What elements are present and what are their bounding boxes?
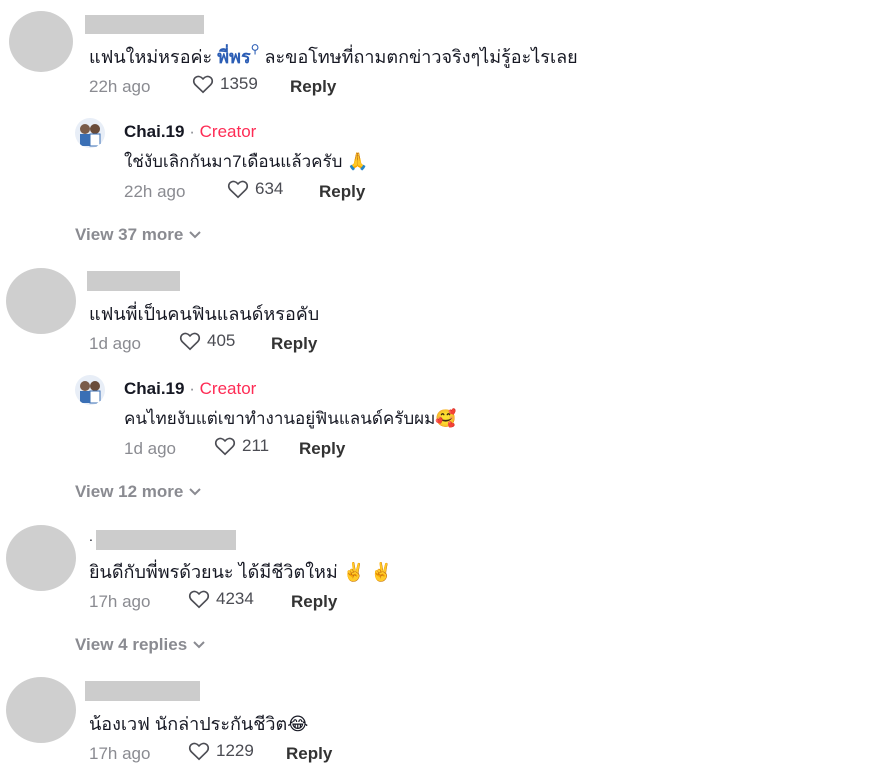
emoji: ✌️ ✌️ xyxy=(342,562,393,582)
view-more-replies[interactable]: View 4 replies xyxy=(75,635,205,655)
comment-time: 1d ago xyxy=(89,334,141,353)
avatar[interactable] xyxy=(9,11,73,72)
emoji: 🥰 xyxy=(435,409,457,428)
reply-time: 1d ago xyxy=(124,439,176,458)
chevron-down-icon xyxy=(189,231,202,239)
view-more-replies[interactable]: View 37 more xyxy=(75,225,202,245)
comment-text: แฟนใหม่หรอค่ะ พี่พร⚲ ละขอโทษที่ถามตกข่าว… xyxy=(89,42,578,67)
comment-time: 22h ago xyxy=(89,77,151,96)
like-count: 211 xyxy=(242,436,270,455)
redacted-username xyxy=(85,15,204,34)
emoji: 🙏 xyxy=(347,152,369,171)
mention-link[interactable]: พี่พร xyxy=(217,47,250,67)
chevron-down-icon xyxy=(189,488,202,496)
comment-text: ยินดีกับพี่พรด้วยนะ ได้มีชีวิตใหม่ ✌️ ✌️ xyxy=(89,562,393,582)
comment-text: แฟนพี่เป็นคนฟินแลนด์หรอคับ xyxy=(89,304,320,324)
emoji: 😂 xyxy=(287,714,309,734)
like-count: 1229 xyxy=(216,741,254,760)
like-button[interactable]: 4234 xyxy=(188,589,254,609)
comment-text: น้องเวฟ นักล่าประกันชีวิต😂 xyxy=(89,714,309,734)
creator-username[interactable]: Chai.19 xyxy=(124,379,184,398)
reply-button[interactable]: Reply xyxy=(291,592,337,612)
like-button[interactable]: 1229 xyxy=(188,741,254,761)
like-button[interactable]: 1359 xyxy=(192,74,258,94)
creator-reply-text: คนไทยงับแต่เขาทำงานอยู่ฟินแลนด์ครับผม🥰 xyxy=(124,409,457,428)
reply-button[interactable]: Reply xyxy=(271,334,317,354)
reply-button[interactable]: Reply xyxy=(319,182,365,202)
creator-badge: Creator xyxy=(199,122,257,141)
like-button[interactable]: 211 xyxy=(214,436,269,456)
reply-button[interactable]: Reply xyxy=(286,744,332,764)
redacted-username xyxy=(87,271,180,291)
comment-time: 17h ago xyxy=(89,592,151,611)
chevron-down-icon xyxy=(193,641,205,649)
like-button[interactable]: 634 xyxy=(227,179,283,199)
redacted-username xyxy=(96,530,236,550)
comment-time: 17h ago xyxy=(89,744,151,763)
heart-outline-icon xyxy=(188,742,210,761)
heart-outline-icon xyxy=(214,437,236,456)
creator-badge: Creator xyxy=(199,379,257,398)
reply-time: 22h ago xyxy=(124,182,186,201)
creator-name-line: Chai.19 · Creator xyxy=(124,122,257,141)
avatar[interactable] xyxy=(6,268,76,334)
avatar[interactable] xyxy=(6,677,76,743)
creator-avatar[interactable] xyxy=(75,375,105,405)
redacted-username xyxy=(85,681,200,701)
creator-avatar[interactable] xyxy=(75,118,105,148)
reply-button[interactable]: Reply xyxy=(299,439,345,459)
like-count: 634 xyxy=(255,179,284,198)
view-more-replies[interactable]: View 12 more xyxy=(75,482,202,502)
like-count: 4234 xyxy=(216,589,254,608)
creator-name-line: Chai.19 · Creator xyxy=(124,379,257,398)
reply-button[interactable]: Reply xyxy=(290,77,336,97)
username-dot: . xyxy=(89,528,93,544)
heart-outline-icon xyxy=(192,75,214,94)
heart-outline-icon xyxy=(179,332,201,351)
like-count: 405 xyxy=(207,331,236,350)
creator-username[interactable]: Chai.19 xyxy=(124,122,184,141)
heart-outline-icon xyxy=(188,590,210,609)
like-button[interactable]: 405 xyxy=(179,331,235,351)
heart-outline-icon xyxy=(227,180,249,199)
creator-reply-text: ใช่งับเลิกกันมา7เดือนแล้วครับ 🙏 xyxy=(124,152,369,171)
avatar[interactable] xyxy=(6,525,76,591)
like-count: 1359 xyxy=(220,74,258,93)
